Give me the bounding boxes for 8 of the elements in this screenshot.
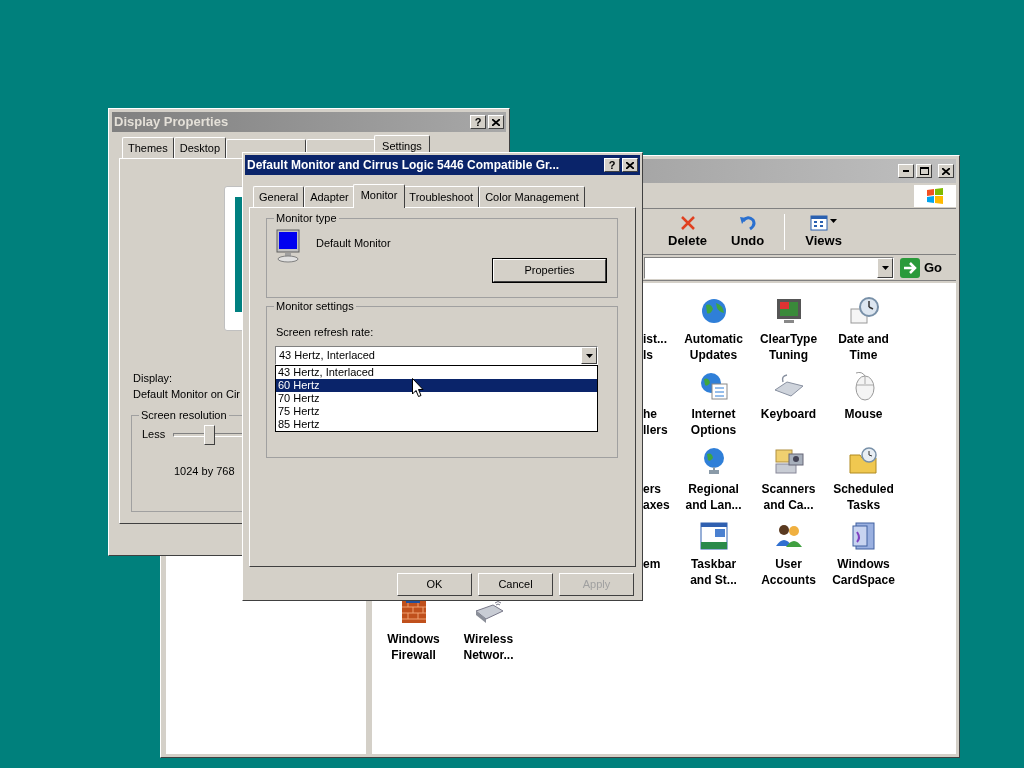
- window-title: Default Monitor and Cirrus Logic 5446 Compatible Gr...: [247, 157, 560, 174]
- display-label: Display:: [133, 370, 173, 385]
- window-title: Display Properties: [114, 113, 229, 132]
- display-value: Default Monitor on Cir: [133, 386, 240, 401]
- refresh-rate-label: Screen refresh rate:: [276, 324, 375, 340]
- resolution-reading: 1024 by 768: [174, 463, 236, 479]
- slider-min-label: Less: [142, 426, 166, 442]
- monitor-name: Default Monitor: [316, 235, 391, 251]
